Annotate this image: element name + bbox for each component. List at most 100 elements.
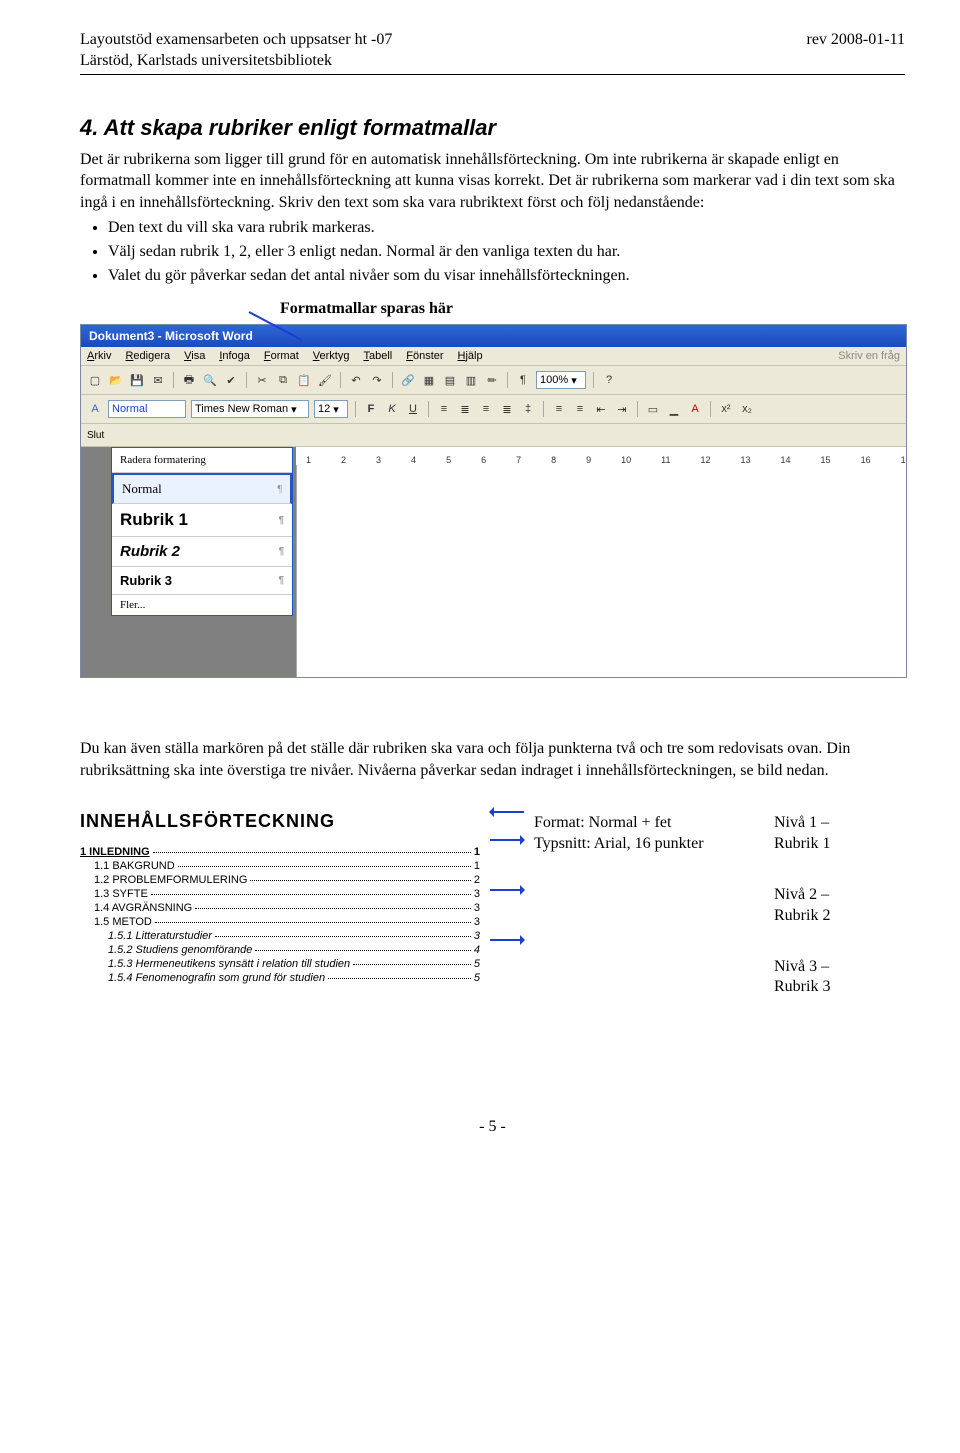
- menu-arkiv[interactable]: Arkiv: [87, 350, 111, 362]
- toc-entry: 1.4 AVGRÄNSNING3: [80, 902, 480, 914]
- spellcheck-icon[interactable]: ✔: [223, 372, 239, 388]
- superscript-icon[interactable]: x²: [718, 401, 734, 417]
- instruction-list: Den text du vill ska vara rubrik markera…: [108, 217, 905, 286]
- format-note-line: Typsnitt: Arial, 16 punkter: [534, 834, 764, 855]
- style-clear-formatting[interactable]: Radera formatering: [112, 448, 292, 473]
- align-center-icon[interactable]: ≣: [457, 401, 473, 417]
- open-icon[interactable]: 📂: [108, 372, 124, 388]
- toc-entry: 1 INLEDNING1: [80, 846, 480, 858]
- standard-toolbar: ▢ 📂 💾 ✉ 🖶 🔍 ✔ ✂ ⧉ 📋 🖌 ↶ ↷ 🔗 ▦ ▤ ▥ ✏ ¶ 10…: [81, 366, 906, 395]
- highlight-icon[interactable]: ▁: [666, 401, 682, 417]
- header-revision: rev 2008-01-11: [807, 30, 906, 72]
- list-item: Den text du vill ska vara rubrik markera…: [108, 217, 905, 239]
- copy-icon[interactable]: ⧉: [275, 372, 291, 388]
- titlebar: Dokument3 - Microsoft Word: [81, 325, 906, 347]
- format-note: Format: Normal + fet Typsnitt: Arial, 16…: [534, 811, 764, 855]
- show-marks-icon[interactable]: ¶: [515, 372, 531, 388]
- font-color-icon[interactable]: A: [687, 401, 703, 417]
- menu-fonster[interactable]: Fönster: [406, 350, 443, 362]
- toc-entry: 1.5.3 Hermeneutikens synsätt i relation …: [80, 958, 480, 970]
- page-number: - 5 -: [80, 1118, 905, 1136]
- header-title: Layoutstöd examensarbeten och uppsatser …: [80, 30, 392, 51]
- page-header: Layoutstöd examensarbeten och uppsatser …: [80, 30, 905, 72]
- callout-label: Formatmallar sparas här: [280, 300, 905, 318]
- toc-entry: 1.5.1 Litteraturstudier3: [80, 930, 480, 942]
- styles-pane-icon[interactable]: A: [87, 401, 103, 417]
- italic-button[interactable]: K: [384, 401, 400, 417]
- level-labels: Nivå 1 – Rubrik 1 Nivå 2 – Rubrik 2 Nivå…: [774, 811, 830, 1028]
- help-icon[interactable]: ?: [601, 372, 617, 388]
- menu-redigera[interactable]: Redigera: [125, 350, 170, 362]
- zoom-box[interactable]: 100% ▾: [536, 371, 586, 389]
- pilcrow-icon: ¶: [278, 546, 284, 557]
- font-size-selector[interactable]: 12 ▾: [314, 400, 348, 418]
- toc-example: INNEHÅLLSFÖRTECKNING 1 INLEDNING1 1.1 BAK…: [80, 811, 905, 1028]
- formatting-toolbar: A Normal Times New Roman ▾ 12 ▾ F K U ≡ …: [81, 395, 906, 424]
- align-left-icon[interactable]: ≡: [436, 401, 452, 417]
- list-item: Välj sedan rubrik 1, 2, eller 3 enligt n…: [108, 241, 905, 263]
- arrow-left-icon: [490, 811, 524, 813]
- header-divider: [80, 74, 905, 75]
- underline-button[interactable]: U: [405, 401, 421, 417]
- preview-icon[interactable]: 🔍: [202, 372, 218, 388]
- section-title: 4. Att skapa rubriker enligt formatmalla…: [80, 115, 905, 141]
- bold-button[interactable]: F: [363, 401, 379, 417]
- redo-icon[interactable]: ↷: [369, 372, 385, 388]
- arrow-right-icon: [490, 939, 524, 941]
- para-below-screenshot: Du kan även ställa markören på det ställ…: [80, 738, 905, 781]
- table-icon[interactable]: ▦: [421, 372, 437, 388]
- style-normal[interactable]: Normal ¶: [112, 473, 292, 504]
- drawing-icon[interactable]: ✏: [484, 372, 500, 388]
- subscript-icon[interactable]: x₂: [739, 401, 755, 417]
- justify-icon[interactable]: ≣: [499, 401, 515, 417]
- menu-visa[interactable]: Visa: [184, 350, 205, 362]
- arrow-right-icon: [490, 839, 524, 841]
- pilcrow-icon: ¶: [278, 515, 284, 526]
- help-search-hint[interactable]: Skriv en fråg: [838, 350, 900, 362]
- print-icon[interactable]: 🖶: [181, 372, 197, 388]
- excel-icon[interactable]: ▤: [442, 372, 458, 388]
- outdent-icon[interactable]: ⇤: [593, 401, 609, 417]
- toc-entry: 1.1 BAKGRUND1: [80, 860, 480, 872]
- columns-icon[interactable]: ▥: [463, 372, 479, 388]
- style-rubrik-3[interactable]: Rubrik 3 ¶: [112, 567, 292, 595]
- undo-icon[interactable]: ↶: [348, 372, 364, 388]
- document-area: 123 456 789 101112 131415 161718 Radera …: [81, 447, 906, 677]
- arrow-right-icon: [490, 889, 524, 891]
- menu-hjalp[interactable]: Hjälp: [458, 350, 483, 362]
- status-strip: Slut: [81, 424, 906, 447]
- font-selector[interactable]: Times New Roman ▾: [191, 400, 309, 418]
- cut-icon[interactable]: ✂: [254, 372, 270, 388]
- format-painter-icon[interactable]: 🖌: [317, 372, 333, 388]
- style-rubrik-2[interactable]: Rubrik 2 ¶: [112, 537, 292, 567]
- toc-title: INNEHÅLLSFÖRTECKNING: [80, 811, 480, 832]
- align-right-icon[interactable]: ≡: [478, 401, 494, 417]
- menu-verktyg[interactable]: Verktyg: [313, 350, 350, 362]
- indent-icon[interactable]: ⇥: [614, 401, 630, 417]
- toc-entry: 1.5.2 Studiens genomförande4: [80, 944, 480, 956]
- paste-icon[interactable]: 📋: [296, 372, 312, 388]
- style-rubrik-1[interactable]: Rubrik 1 ¶: [112, 504, 292, 537]
- new-icon[interactable]: ▢: [87, 372, 103, 388]
- numbered-list-icon[interactable]: ≡: [551, 401, 567, 417]
- line-spacing-icon[interactable]: ‡: [520, 401, 536, 417]
- pilcrow-icon: ¶: [278, 575, 284, 586]
- border-icon[interactable]: ▭: [645, 401, 661, 417]
- menu-format[interactable]: Format: [264, 350, 299, 362]
- hyperlink-icon[interactable]: 🔗: [400, 372, 416, 388]
- page-canvas[interactable]: [296, 465, 906, 677]
- menu-infoga[interactable]: Infoga: [219, 350, 250, 362]
- style-selector[interactable]: Normal: [108, 400, 186, 418]
- pilcrow-icon: ¶: [277, 484, 282, 495]
- style-dropdown: Radera formatering Normal ¶ Rubrik 1 ¶ R…: [111, 447, 293, 616]
- menu-tabell[interactable]: Tabell: [363, 350, 392, 362]
- toc-entry: 1.3 SYFTE3: [80, 888, 480, 900]
- mail-icon[interactable]: ✉: [150, 372, 166, 388]
- menubar: Arkiv Redigera Visa Infoga Format Verkty…: [81, 347, 906, 366]
- style-more[interactable]: Fler...: [112, 595, 292, 615]
- save-icon[interactable]: 💾: [129, 372, 145, 388]
- bulleted-list-icon[interactable]: ≡: [572, 401, 588, 417]
- window-title: Dokument3 - Microsoft Word: [89, 329, 253, 343]
- toc-entry: 1.5.4 Fenomenografin som grund för studi…: [80, 972, 480, 984]
- format-note-line: Format: Normal + fet: [534, 813, 764, 834]
